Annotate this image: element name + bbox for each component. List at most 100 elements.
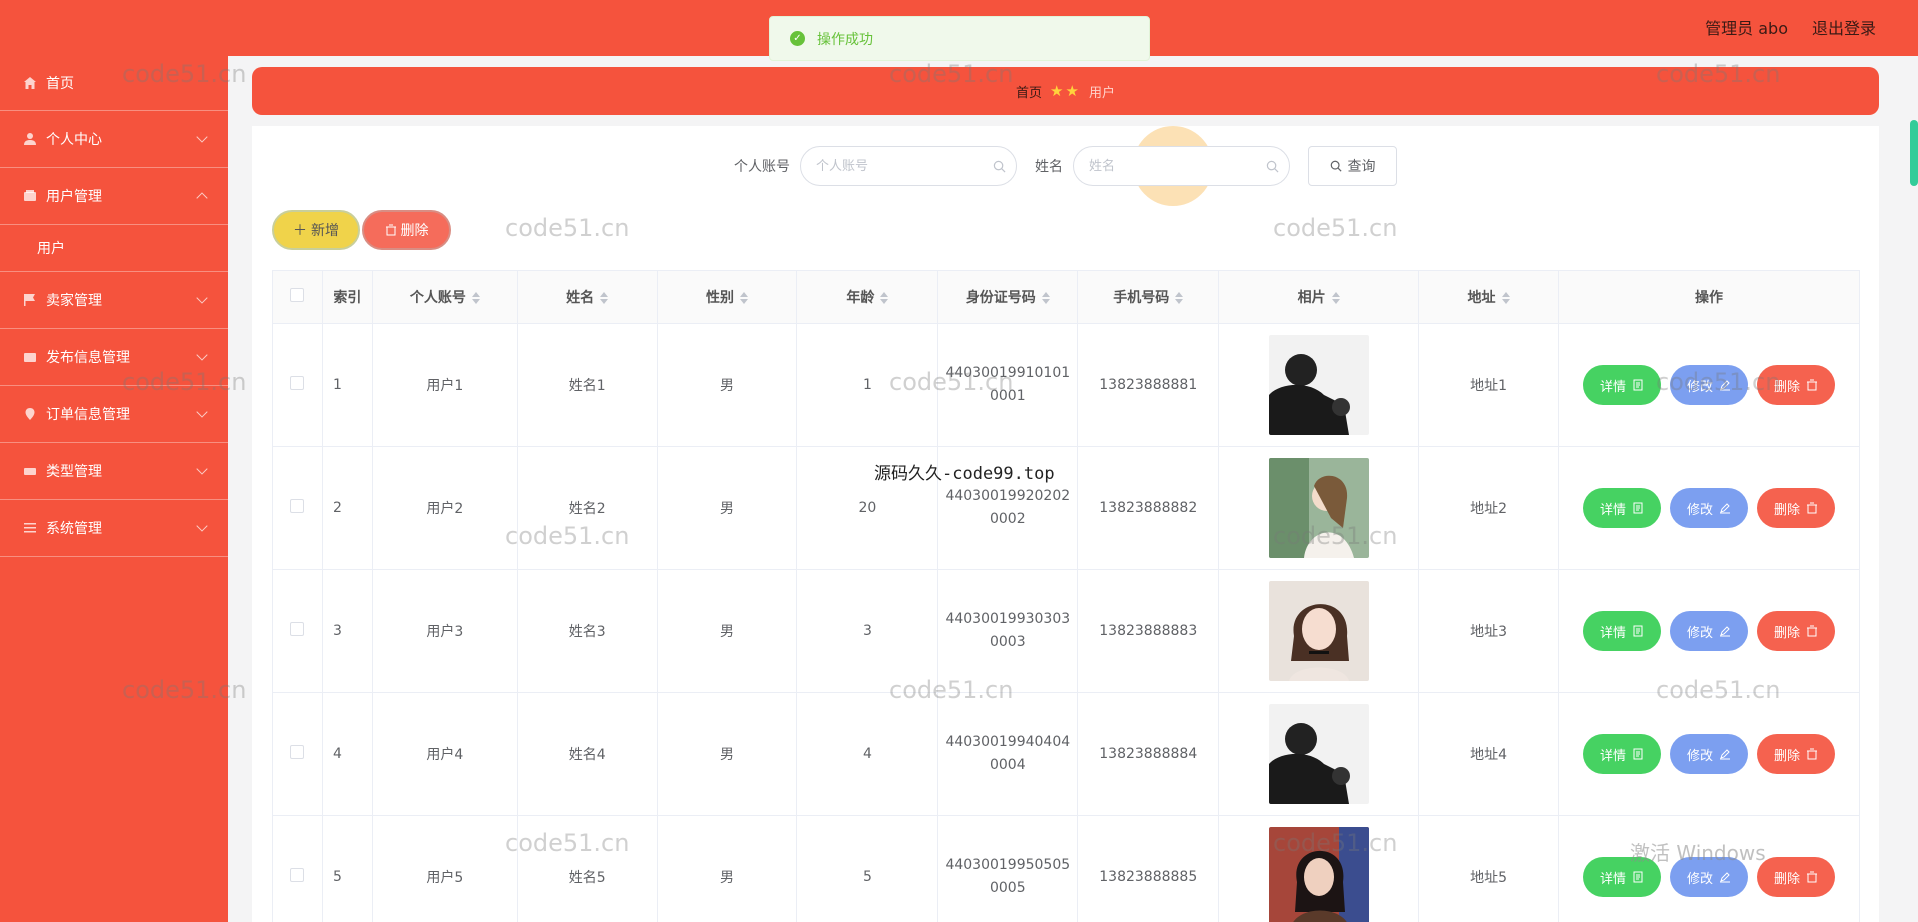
success-toast: ✓ 操作成功 bbox=[769, 16, 1150, 61]
folder-icon bbox=[22, 189, 38, 203]
row-select-cell bbox=[272, 323, 323, 447]
table-row: 5 用户5 姓名5 男 5 44030019950505 0005 13823888885 地址… bbox=[272, 815, 1861, 922]
add-button-label: 新增 bbox=[311, 223, 339, 239]
column-header[interactable]: 性别 bbox=[656, 270, 798, 324]
user-photo[interactable] bbox=[1268, 458, 1369, 558]
sidebar-item-type-management[interactable]: 类型管理 bbox=[0, 443, 228, 500]
delete-button[interactable]: 删除 bbox=[1756, 488, 1835, 528]
edit-icon bbox=[1719, 626, 1730, 637]
sort-icon[interactable] bbox=[471, 292, 480, 304]
sort-icon[interactable] bbox=[600, 292, 609, 304]
column-header[interactable]: 身份证号码 bbox=[937, 270, 1079, 324]
delete-button[interactable]: 删除 bbox=[1756, 857, 1835, 897]
column-header[interactable]: 个人账号 bbox=[371, 270, 518, 324]
detail-button-label: 详情 bbox=[1599, 502, 1626, 518]
detail-button[interactable]: 详情 bbox=[1582, 734, 1661, 774]
sort-icon[interactable] bbox=[1175, 292, 1184, 304]
chevron-down-icon bbox=[196, 349, 208, 361]
sidebar-item-publish-management[interactable]: 发布信息管理 bbox=[0, 329, 228, 386]
user-photo[interactable] bbox=[1268, 581, 1369, 681]
page-scrollbar[interactable] bbox=[1910, 120, 1918, 186]
logout-link[interactable]: 退出登录 bbox=[1812, 15, 1876, 39]
row-select-cell bbox=[272, 569, 323, 693]
windows-activation-watermark: 激活 Windows bbox=[1630, 841, 1766, 865]
column-header[interactable]: 手机号码 bbox=[1077, 270, 1220, 324]
cell-photo bbox=[1218, 446, 1420, 570]
column-header-label: 姓名 bbox=[566, 290, 595, 306]
detail-button-label: 详情 bbox=[1599, 871, 1626, 887]
sidebar-subitem-users[interactable]: 用户 bbox=[0, 225, 228, 272]
table-row: 2 用户2 姓名2 男 20 44030019920202 0002 13823888882 地… bbox=[272, 446, 1861, 570]
column-header[interactable]: 姓名 bbox=[516, 270, 658, 324]
user-icon bbox=[22, 132, 38, 146]
row-checkbox[interactable] bbox=[290, 376, 305, 390]
user-photo[interactable] bbox=[1268, 335, 1369, 435]
top-bar-user-area: 管理员 abo 退出登录 bbox=[1705, 15, 1876, 39]
user-photo[interactable] bbox=[1268, 704, 1369, 804]
edit-icon bbox=[1719, 503, 1730, 514]
trash-icon bbox=[1806, 379, 1817, 391]
cell-phone: 13823888882 bbox=[1077, 446, 1220, 570]
detail-button[interactable]: 详情 bbox=[1582, 488, 1661, 528]
main-panel: 个人账号 姓名 查询 ＋ 新增 删除 bbox=[252, 126, 1879, 922]
column-header-label: 个人账号 bbox=[409, 290, 466, 306]
select-all-checkbox[interactable] bbox=[290, 288, 305, 302]
ticket-icon bbox=[22, 464, 38, 478]
sort-icon[interactable] bbox=[1331, 292, 1340, 304]
user-photo[interactable] bbox=[1268, 827, 1369, 922]
sort-icon[interactable] bbox=[740, 292, 749, 304]
query-button[interactable]: 查询 bbox=[1308, 146, 1397, 186]
row-checkbox[interactable] bbox=[290, 499, 305, 513]
sidebar-item-seller-management[interactable]: 卖家管理 bbox=[0, 272, 228, 329]
batch-delete-button[interactable]: 删除 bbox=[362, 210, 451, 250]
cell-age: 5 bbox=[796, 815, 939, 922]
location-icon bbox=[22, 407, 38, 421]
row-checkbox[interactable] bbox=[290, 622, 305, 636]
row-index: 1 bbox=[321, 323, 373, 447]
column-header[interactable]: 相片 bbox=[1218, 270, 1420, 324]
add-button[interactable]: ＋ 新增 bbox=[272, 210, 360, 250]
cell-actions: 详情 修改 删除 bbox=[1557, 569, 1861, 693]
query-button-label: 查询 bbox=[1347, 159, 1376, 175]
delete-button[interactable]: 删除 bbox=[1756, 734, 1835, 774]
edit-button[interactable]: 修改 bbox=[1669, 365, 1748, 405]
cell-id-number: 44030019930303 0003 bbox=[937, 569, 1079, 693]
edit-icon bbox=[1719, 749, 1730, 760]
sidebar-item-system-management[interactable]: 系统管理 bbox=[0, 500, 228, 557]
account-search-input[interactable] bbox=[816, 147, 986, 185]
sort-icon[interactable] bbox=[1041, 292, 1050, 304]
cell-age: 4 bbox=[796, 692, 939, 816]
column-header[interactable]: 年龄 bbox=[796, 270, 939, 324]
sort-icon[interactable] bbox=[880, 292, 889, 304]
id-number-line2: 0002 bbox=[989, 511, 1026, 527]
sidebar-item-user-management[interactable]: 用户管理 bbox=[0, 168, 228, 225]
cell-name: 姓名2 bbox=[516, 446, 658, 570]
column-header[interactable]: 地址 bbox=[1418, 270, 1559, 324]
name-search-box bbox=[1073, 146, 1290, 186]
table-body: 1 用户1 姓名1 男 1 44030019910101 0001 13823888881 地址… bbox=[272, 323, 1861, 922]
sort-icon[interactable] bbox=[1501, 292, 1510, 304]
edit-button[interactable]: 修改 bbox=[1669, 488, 1748, 528]
chevron-up-icon bbox=[196, 192, 208, 204]
detail-button[interactable]: 详情 bbox=[1582, 365, 1661, 405]
row-checkbox[interactable] bbox=[290, 745, 305, 759]
cell-actions: 详情 修改 删除 bbox=[1557, 323, 1861, 447]
cell-name: 姓名4 bbox=[516, 692, 658, 816]
detail-button[interactable]: 详情 bbox=[1582, 611, 1661, 651]
delete-button[interactable]: 删除 bbox=[1756, 611, 1835, 651]
delete-button[interactable]: 删除 bbox=[1756, 365, 1835, 405]
edit-button[interactable]: 修改 bbox=[1669, 734, 1748, 774]
cell-id-number: 44030019910101 0001 bbox=[937, 323, 1079, 447]
cell-age: 1 bbox=[796, 323, 939, 447]
name-search-input[interactable] bbox=[1089, 147, 1259, 185]
sidebar-item-order-management[interactable]: 订单信息管理 bbox=[0, 386, 228, 443]
id-number-line2: 0005 bbox=[989, 880, 1026, 896]
sidebar-item-home[interactable]: 首页 bbox=[0, 56, 228, 111]
detail-button-label: 详情 bbox=[1599, 748, 1626, 764]
row-checkbox[interactable] bbox=[290, 868, 305, 882]
cell-gender: 男 bbox=[656, 323, 798, 447]
breadcrumb-home[interactable]: 首页 bbox=[1016, 82, 1042, 101]
edit-button[interactable]: 修改 bbox=[1669, 611, 1748, 651]
sidebar-item-personal-center[interactable]: 个人中心 bbox=[0, 111, 228, 168]
cell-photo bbox=[1218, 692, 1420, 816]
